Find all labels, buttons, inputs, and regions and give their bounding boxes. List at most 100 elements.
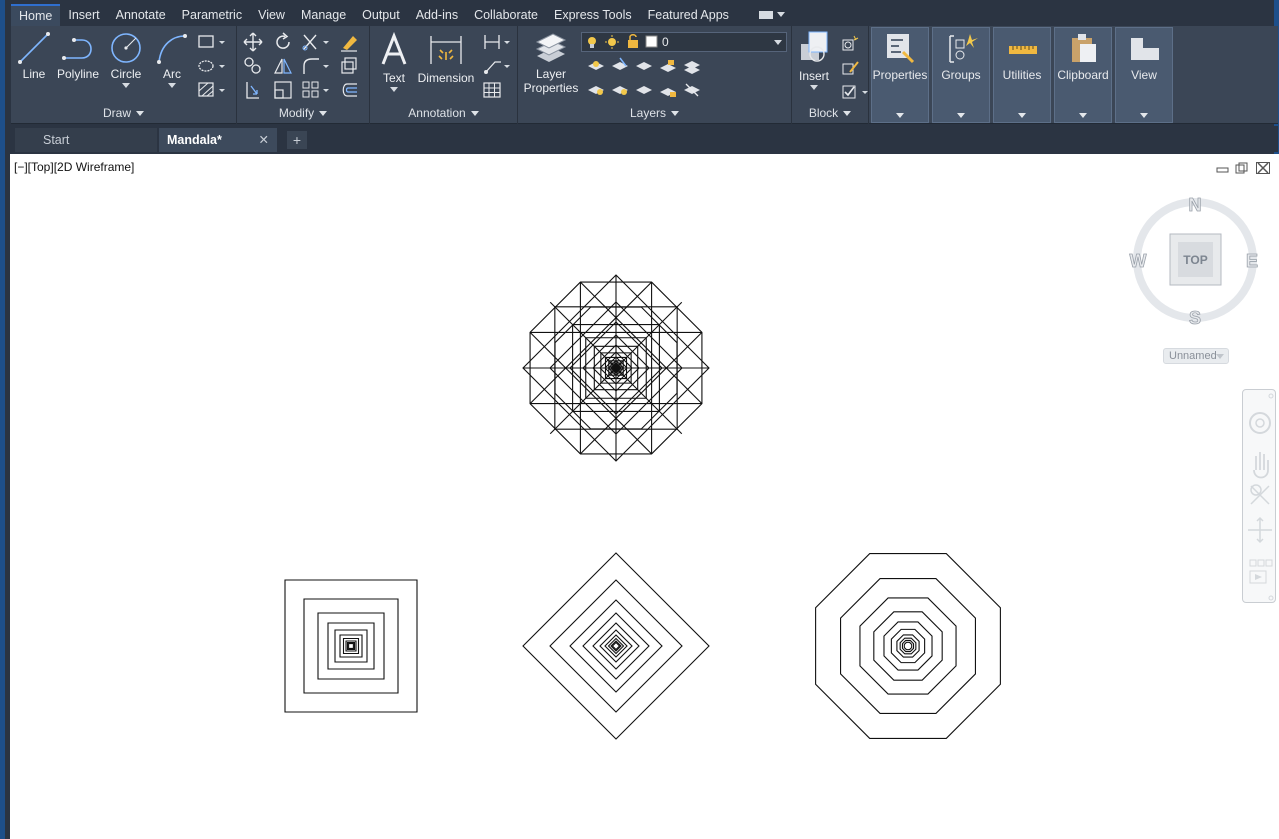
block-panel-title[interactable]: Block	[792, 104, 868, 122]
line-button[interactable]: Line	[17, 32, 51, 81]
drawing-canvas[interactable]: [−][Top][2D Wireframe] TOP N S E W Unnam…	[10, 154, 1279, 839]
chevron-down-icon	[957, 113, 965, 118]
tab-parametric[interactable]: Parametric	[174, 4, 250, 26]
utilities-label: Utilities	[1002, 68, 1042, 82]
table-icon[interactable]	[482, 80, 502, 100]
current-layer-name: 0	[662, 35, 669, 49]
tab-mandala-label: Mandala*	[167, 133, 222, 147]
tab-manage[interactable]: Manage	[293, 4, 354, 26]
annotation-panel: Text Dimension Annotation	[370, 26, 518, 124]
layer-stack-icon	[535, 33, 567, 62]
new-tab-button[interactable]: +	[287, 131, 307, 149]
array-3d-icon[interactable]	[339, 56, 359, 76]
measure-ruler-icon	[1009, 46, 1037, 54]
offset-icon[interactable]	[339, 80, 359, 100]
chevron-down-icon	[136, 111, 144, 117]
tab-collaborate[interactable]: Collaborate	[466, 4, 546, 26]
dimension-button[interactable]: Dimension	[416, 32, 476, 85]
arc-button[interactable]: Arc	[153, 32, 191, 92]
nested-octagon[interactable]	[890, 628, 926, 664]
tab-featured-apps[interactable]: Featured Apps	[640, 4, 737, 26]
rotate-icon[interactable]	[273, 32, 293, 52]
properties-label: Properties	[872, 68, 928, 82]
layer-dropdown[interactable]: 0	[581, 32, 787, 52]
clipboard-panel-button[interactable]: Clipboard	[1054, 27, 1112, 123]
view-panel-button[interactable]: View	[1115, 27, 1173, 123]
viewport-close-icon[interactable]	[1256, 162, 1270, 174]
close-tab-icon[interactable]: ✕	[259, 128, 269, 152]
hatch-tool[interactable]	[197, 80, 225, 100]
circle-button[interactable]: Circle	[107, 32, 145, 92]
insert-block-icon	[801, 31, 828, 62]
view-icon	[1131, 38, 1159, 60]
tab-output[interactable]: Output	[354, 4, 408, 26]
text-label: Text	[382, 71, 405, 85]
ellipse-tool[interactable]	[197, 56, 225, 76]
attribute-icon[interactable]	[840, 82, 870, 102]
groups-panel-button[interactable]: Groups	[932, 27, 990, 123]
insert-button[interactable]: Insert	[794, 30, 834, 94]
compass-east[interactable]: E	[1246, 251, 1259, 272]
modify-panel-title[interactable]: Modify	[237, 104, 369, 122]
tab-express-tools[interactable]: Express Tools	[546, 4, 640, 26]
nested-octagon[interactable]	[859, 597, 957, 695]
annotation-title: Annotation	[408, 106, 466, 120]
layer-tools-row1[interactable]	[586, 56, 706, 76]
annotation-panel-title[interactable]: Annotation	[370, 104, 517, 122]
tab-start-label: Start	[43, 133, 70, 147]
layers-panel-title[interactable]: Layers	[518, 104, 791, 122]
nested-diamond[interactable]	[569, 599, 663, 693]
leader-icon[interactable]	[482, 56, 512, 76]
create-block-icon[interactable]	[840, 34, 860, 54]
properties-icon	[887, 34, 915, 64]
dimension-label: Dimension	[417, 71, 475, 85]
copy-icon[interactable]	[243, 56, 263, 76]
tab-insert[interactable]: Insert	[60, 4, 107, 26]
orbit-icon[interactable]	[1248, 516, 1272, 544]
layers-panel: Layer Properties 0 Layers	[518, 26, 792, 124]
layer-properties-button[interactable]: Layer Properties	[522, 30, 580, 95]
array-icon[interactable]	[301, 80, 331, 100]
tab-home[interactable]: Home	[11, 4, 61, 26]
move-icon[interactable]	[243, 32, 263, 52]
nested-diamond[interactable]	[522, 552, 710, 740]
utilities-panel-button[interactable]: Utilities	[993, 27, 1051, 123]
tab-annotate[interactable]: Annotate	[108, 4, 174, 26]
stretch-icon[interactable]	[243, 80, 263, 100]
nested-octagon[interactable]	[903, 641, 913, 651]
tab-start[interactable]: Start	[15, 128, 157, 152]
chevron-down-icon	[470, 111, 479, 117]
mirror-icon[interactable]	[273, 56, 293, 76]
chevron-down-icon	[168, 83, 176, 88]
arc-icon	[157, 34, 187, 64]
edit-block-icon[interactable]	[840, 58, 860, 78]
tab-add-ins[interactable]: Add-ins	[408, 4, 466, 26]
navigation-bar-tools[interactable]	[1243, 390, 1277, 604]
trim-icon[interactable]	[301, 32, 331, 52]
linear-dimension-icon[interactable]	[482, 32, 512, 52]
mandala-drawing[interactable]	[10, 154, 1240, 839]
chevron-down-icon	[1079, 113, 1087, 118]
draw-panel-title[interactable]: Draw	[11, 104, 236, 122]
fillet-icon[interactable]	[301, 56, 331, 76]
layer-properties-label-1: Layer	[535, 67, 567, 81]
nested-octagon[interactable]	[815, 553, 1001, 739]
ribbon-display-toggle[interactable]	[758, 11, 785, 19]
rectangle-tool[interactable]	[197, 32, 225, 52]
nested-square[interactable]	[348, 643, 354, 649]
tab-mandala[interactable]: Mandala* ✕	[159, 128, 277, 152]
document-tab-bar: Start Mandala* ✕ +	[11, 126, 1278, 152]
scale-icon[interactable]	[273, 80, 293, 100]
properties-panel-button[interactable]: Properties	[871, 27, 929, 123]
nested-square[interactable]	[284, 579, 418, 713]
pan-icon[interactable]	[1253, 452, 1269, 479]
erase-icon[interactable]	[339, 32, 359, 52]
insert-label: Insert	[798, 69, 829, 83]
groups-label: Groups	[941, 68, 981, 82]
tab-view[interactable]: View	[250, 4, 293, 26]
text-button[interactable]: Text	[376, 32, 412, 96]
steering-wheel-icon[interactable]	[1249, 412, 1271, 434]
nested-octagon[interactable]	[840, 578, 976, 714]
layer-tools-row2[interactable]	[586, 80, 706, 100]
polyline-button[interactable]: Polyline	[55, 32, 101, 81]
